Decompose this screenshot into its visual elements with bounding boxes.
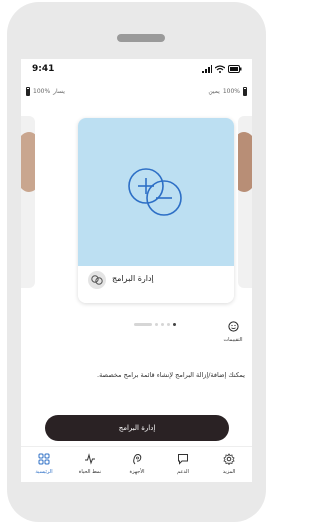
- description-text: يمكنك إضافة/إزالة البرامج لإنشاء قائمة ب…: [97, 371, 245, 379]
- bottom-tab-bar: الرئيسية نمط الحياة الأجهزة الدعم المزيد: [21, 446, 252, 482]
- right-battery-percent: 100%: [222, 88, 240, 95]
- pagination-dot: [161, 323, 164, 326]
- manage-programs-button[interactable]: إدارة البرامج: [45, 415, 229, 441]
- right-aid-battery: يمين 100%: [208, 87, 247, 96]
- card-illustration: [78, 118, 234, 266]
- tab-label: الرئيسية: [35, 469, 53, 475]
- card-title: إدارة البرامج: [112, 274, 154, 283]
- status-time: 9:41: [32, 64, 55, 74]
- person-photo: [238, 132, 252, 192]
- left-battery-label: يسار: [53, 88, 65, 95]
- tab-more[interactable]: المزيد: [209, 453, 249, 475]
- left-battery-percent: 100%: [33, 88, 51, 95]
- tab-lifestyle[interactable]: نمط الحياة: [70, 453, 110, 475]
- tab-label: الأجهزة: [129, 469, 145, 475]
- carousel-card-next[interactable]: [238, 116, 252, 288]
- tab-label: الدعم: [177, 469, 189, 475]
- pagination-dot: [155, 323, 158, 326]
- smiley-icon: [227, 321, 239, 332]
- person-photo: [21, 132, 35, 192]
- carousel-pagination[interactable]: [134, 323, 176, 326]
- left-aid-battery: 100% يسار: [26, 87, 65, 96]
- hearing-aid-icon: [133, 453, 142, 465]
- gear-icon: [223, 453, 235, 466]
- status-bar: 9:41: [21, 59, 252, 77]
- hearing-aid-battery-row: 100% يسار يمين 100%: [21, 87, 252, 99]
- card-footer: إدارة البرامج: [78, 266, 234, 303]
- pagination-dot: [167, 323, 170, 326]
- activity-icon: [85, 453, 95, 465]
- tab-support[interactable]: الدعم: [163, 453, 203, 475]
- home-icon: [38, 453, 50, 465]
- manage-programs-card[interactable]: إدارة البرامج: [78, 118, 234, 303]
- programs-icon: [88, 271, 106, 289]
- battery-status-icon: [228, 65, 242, 73]
- status-icons: [202, 64, 242, 74]
- wifi-icon: [215, 65, 225, 73]
- tab-label: المزيد: [222, 469, 236, 475]
- battery-icon: [26, 87, 30, 96]
- right-battery-label: يمين: [208, 88, 220, 95]
- ratings-label: التقييمات: [223, 337, 243, 343]
- carousel-card-previous[interactable]: [21, 116, 35, 288]
- pagination-dot: [134, 323, 152, 326]
- signal-icon: [202, 65, 212, 73]
- app-screen: 9:41 100% يسار يمين 100% إدارة البرامج ا…: [21, 59, 252, 482]
- tab-home[interactable]: الرئيسية: [24, 453, 64, 475]
- add-remove-programs-icon: [128, 168, 182, 216]
- battery-icon: [243, 87, 247, 96]
- ratings-button[interactable]: التقييمات: [218, 317, 248, 343]
- speaker-grille: [117, 34, 165, 42]
- pagination-dot-active: [173, 323, 176, 326]
- tab-devices[interactable]: الأجهزة: [117, 453, 157, 475]
- chat-icon: [178, 454, 188, 465]
- tab-label: نمط الحياة: [78, 469, 102, 475]
